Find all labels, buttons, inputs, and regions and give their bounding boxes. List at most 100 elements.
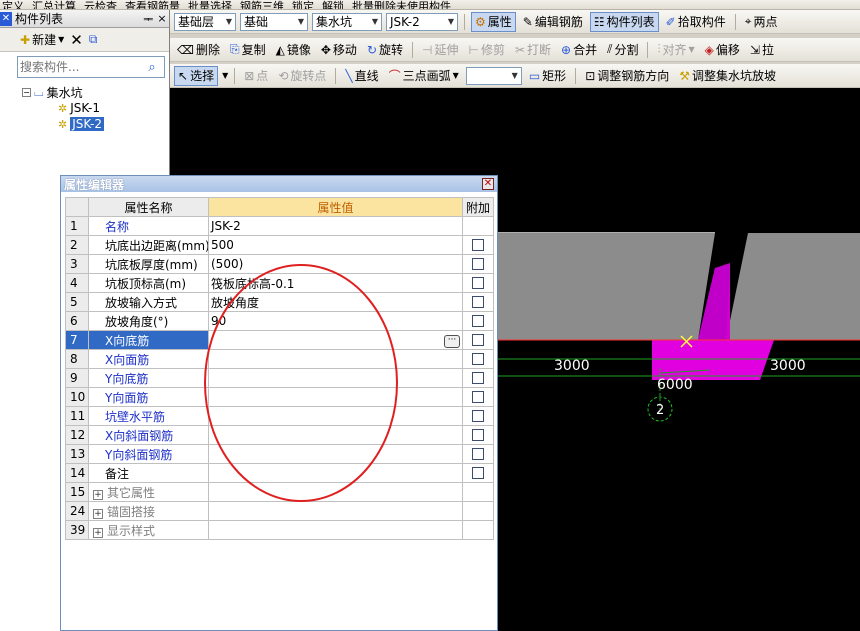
delete-button[interactable]: ⌫ 删除 [174,40,223,60]
ellipsis-button[interactable]: ··· [444,334,460,348]
extra-checkbox[interactable] [472,296,484,308]
menu-item[interactable]: 云检查 [84,0,117,9]
properties-button[interactable]: ⚙ 属性 [471,11,516,32]
table-row[interactable]: 7 X向底筋 ··· [65,330,494,350]
select-button[interactable]: ↖ 选择 [174,65,219,86]
extra-checkbox[interactable] [472,410,484,422]
extra-checkbox[interactable] [472,429,484,441]
adjust-rebar-direction-button[interactable]: ⊡ 调整钢筋方向 [582,66,672,86]
chevron-down-icon[interactable]: ▼ [222,71,228,80]
tree-node-root[interactable]: − ⌴ 集水坑 [22,84,104,100]
extra-checkbox[interactable] [472,391,484,403]
menu-item[interactable]: 批量删除未使用构件 [352,0,451,9]
extra-checkbox[interactable] [472,334,484,346]
collapse-icon[interactable]: − [22,87,31,97]
trim-button[interactable]: ⊢ 修剪 [465,40,507,60]
type-select[interactable]: 集水坑 ▼ [312,12,382,31]
menu-item[interactable]: 定义 [2,0,24,9]
property-value[interactable]: 500 [208,235,463,255]
copy-component-button[interactable]: ⧉ [89,32,98,47]
break-button[interactable]: ✂ 打断 [512,40,554,60]
table-row[interactable]: 2 坑底出边距离(mm) 500 [65,235,494,255]
move-button[interactable]: ✥ 移动 [318,40,360,60]
expand-icon[interactable]: + [93,489,103,500]
table-row[interactable]: 8 X向面筋 [65,349,494,369]
arc-button[interactable]: ⌒ 三点画弧 ▼ [386,66,462,86]
table-row[interactable]: 39 + 显示样式 [65,520,494,540]
point-button[interactable]: ⊠ 点 [241,66,271,86]
stretch-button[interactable]: ⇲ 拉 [747,40,777,60]
table-row[interactable]: 11 坑壁水平筋 [65,406,494,426]
line-button[interactable]: ╲ 直线 [342,66,381,86]
property-value[interactable] [208,425,463,445]
expand-icon[interactable]: + [93,527,103,538]
table-row[interactable]: 5 放坡输入方式 放坡角度 [65,292,494,312]
table-row[interactable]: 1 名称 JSK-2 [65,216,494,236]
close-icon[interactable]: × [155,12,169,25]
table-row[interactable]: 14 备注 [65,463,494,483]
table-row[interactable]: 10 Y向面筋 [65,387,494,407]
two-points-button[interactable]: ⌖ 两点 [742,12,781,32]
mirror-button[interactable]: ◭ 镜像 [273,40,314,60]
property-value[interactable] [208,444,463,464]
tree-node-jsk-2[interactable]: ✲ JSK-2 [58,116,104,132]
property-value[interactable] [208,349,463,369]
split-button[interactable]: ⫽ 分割 [604,40,641,60]
close-icon[interactable]: ✕ [482,178,494,190]
pick-component-button[interactable]: ✐ 拾取构件 [663,12,729,32]
menu-item[interactable]: 钢筋三维 [240,0,284,9]
menu-item[interactable]: 汇总计算 [32,0,76,9]
align-button[interactable]: ⫶ 对齐 ▼ [654,40,697,60]
property-value[interactable] [208,387,463,407]
property-value[interactable] [208,463,463,483]
extra-checkbox[interactable] [472,258,484,270]
tree-node-jsk-1[interactable]: ✲ JSK-1 [58,100,104,116]
extend-button[interactable]: ⊣ 延伸 [419,40,461,60]
expand-icon[interactable]: + [93,508,103,519]
menu-item[interactable]: 锁定 [292,0,314,9]
property-value[interactable]: 90 [208,311,463,331]
property-value[interactable]: ··· [208,330,463,350]
table-row[interactable]: 24 + 锚固搭接 [65,501,494,521]
extra-checkbox[interactable] [472,353,484,365]
table-row[interactable]: 13 Y向斜面钢筋 [65,444,494,464]
extra-checkbox[interactable] [472,277,484,289]
property-value[interactable] [208,406,463,426]
extra-checkbox[interactable] [472,448,484,460]
property-value[interactable]: (500) [208,254,463,274]
search-icon[interactable]: ⌕ [142,60,162,75]
category-select[interactable]: 基础 ▼ [240,12,308,31]
close-x-icon[interactable]: ✕ [0,11,12,26]
rectangle-button[interactable]: ▭ 矩形 [526,66,569,86]
table-row[interactable]: 6 放坡角度(°) 90 [65,311,494,331]
menu-item[interactable]: 解锁 [322,0,344,9]
pin-icon[interactable]: ᆍ [141,11,155,27]
table-row[interactable]: 3 坑底板厚度(mm) (500) [65,254,494,274]
extra-checkbox[interactable] [472,239,484,251]
table-row[interactable]: 4 坑板顶标高(m) 筏板底标高-0.1 [65,273,494,293]
property-value[interactable]: JSK-2 [208,216,463,236]
new-component-button[interactable]: ✚ 新建 ▼ [20,31,64,48]
property-value[interactable] [208,368,463,388]
merge-button[interactable]: ⊕ 合并 [558,40,600,60]
rotate-point-button[interactable]: ⟲ 旋转点 [275,66,329,86]
edit-rebar-button[interactable]: ✎ 编辑钢筋 [520,12,586,32]
search-input[interactable] [18,58,142,76]
table-row[interactable]: 15 + 其它属性 [65,482,494,502]
offset-button[interactable]: ◈ 偏移 [702,40,743,60]
property-value[interactable]: 放坡角度 [208,292,463,312]
component-list-button[interactable]: ☷ 构件列表 [589,11,659,32]
table-row[interactable]: 12 X向斜面钢筋 [65,425,494,445]
delete-component-button[interactable]: ✕ [70,31,83,49]
adjust-pit-slope-button[interactable]: ⚒ 调整集水坑放坡 [676,66,779,86]
copy-button[interactable]: ⎘ 复制 [227,40,269,60]
extra-checkbox[interactable] [472,467,484,479]
extra-checkbox[interactable] [472,372,484,384]
property-value[interactable]: 筏板底标高-0.1 [208,273,463,293]
draw-mode-select[interactable]: ▼ [465,66,522,85]
extra-checkbox[interactable] [472,315,484,327]
component-select[interactable]: JSK-2 ▼ [386,12,458,31]
menu-item[interactable]: 批量选择 [188,0,232,9]
menu-item[interactable]: 查看钢筋量 [125,0,180,9]
table-row[interactable]: 9 Y向底筋 [65,368,494,388]
